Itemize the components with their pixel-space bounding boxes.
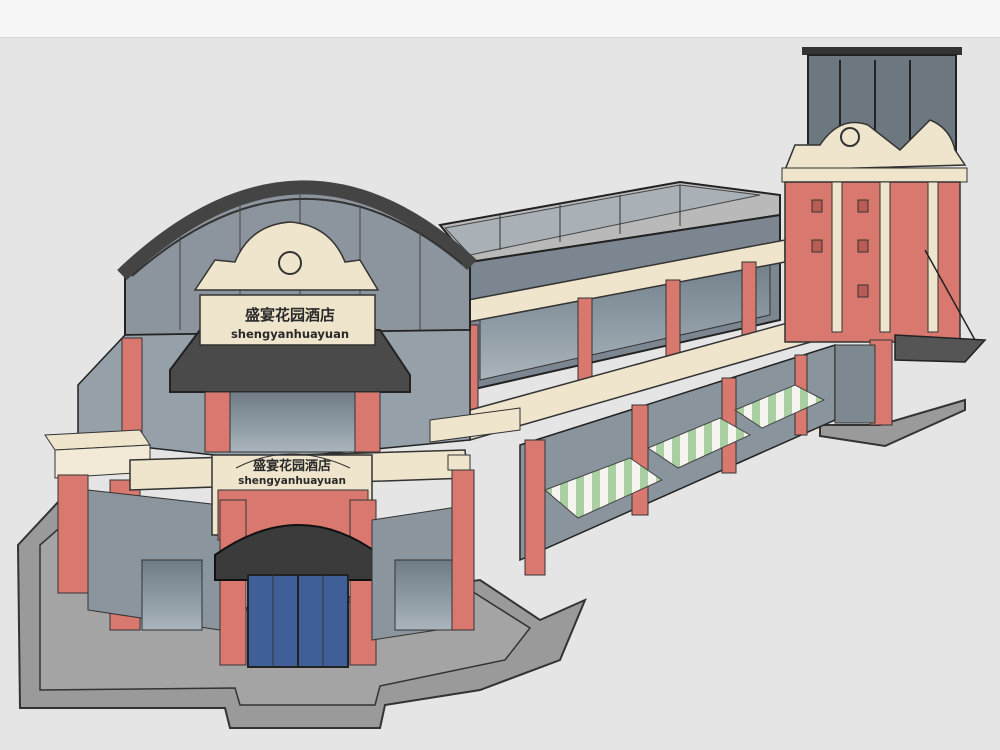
upper-hotel-sign: 盛宴花园酒店 shengyanhuayuan	[231, 306, 349, 341]
upper-sign-pinyin: shengyanhuayuan	[231, 327, 349, 341]
upper-sign-chinese: 盛宴花园酒店	[245, 306, 335, 324]
building-model: 盛宴花园酒店 shengyanhuayuan 盛宴花园酒店 shengyanhu…	[16, 47, 987, 729]
model-viewport[interactable]: 盛宴花园酒店 shengyanhuayuan 盛宴花园酒店 shengyanhu…	[0, 38, 1000, 750]
lower-sign-pinyin: shengyanhuayuan	[238, 475, 346, 487]
lower-sign-chinese: 盛宴花园酒店	[253, 458, 331, 474]
lower-hotel-sign: 盛宴花园酒店 shengyanhuayuan	[238, 458, 346, 487]
toolbar-strip	[0, 0, 1000, 38]
